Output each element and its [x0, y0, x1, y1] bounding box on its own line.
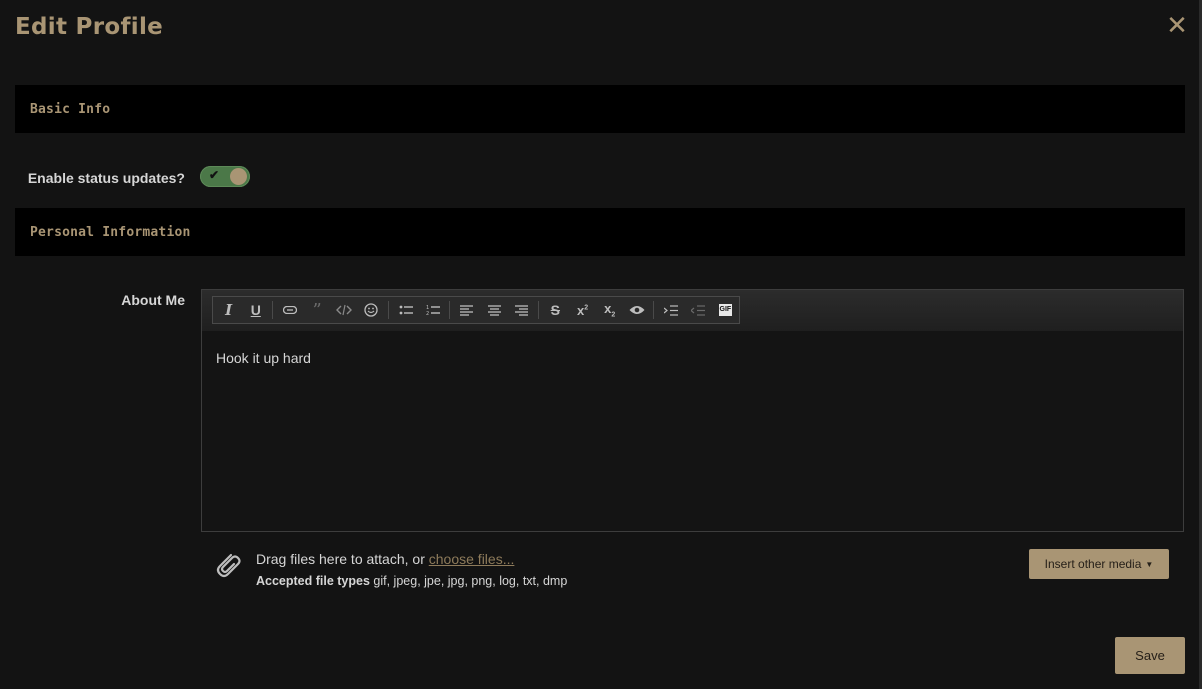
- status-updates-label: Enable status updates?: [27, 170, 185, 186]
- toolbar-separator: [272, 301, 274, 319]
- section-personal-info: Personal Information: [15, 208, 1185, 256]
- align-center-icon[interactable]: [481, 298, 506, 322]
- gif-icon[interactable]: GIF: [713, 298, 738, 322]
- bullet-list-icon[interactable]: [393, 298, 418, 322]
- toolbar-separator: [537, 301, 539, 319]
- editor-toolbar: I U ” 12 S x2 x2 GIF: [212, 296, 740, 324]
- underline-icon[interactable]: U: [243, 298, 268, 322]
- about-me-label: About Me: [121, 292, 185, 308]
- accepted-types-label: Accepted file types: [256, 574, 370, 588]
- check-icon: ✔: [209, 168, 220, 182]
- status-updates-toggle[interactable]: ✔: [200, 166, 250, 187]
- accepted-types-list: gif, jpeg, jpe, jpg, png, log, txt, dmp: [369, 574, 568, 588]
- save-button[interactable]: Save: [1115, 637, 1185, 674]
- about-me-text[interactable]: Hook it up hard: [216, 350, 311, 366]
- indent-icon[interactable]: [658, 298, 683, 322]
- attach-instructions: Drag files here to attach, or choose fil…: [256, 551, 514, 567]
- about-me-editor[interactable]: I U ” 12 S x2 x2 GIF Hook it up hard: [201, 289, 1184, 532]
- svg-text:2: 2: [426, 311, 429, 316]
- smilie-icon[interactable]: [359, 298, 384, 322]
- align-right-icon[interactable]: [509, 298, 534, 322]
- page-title: Edit Profile: [15, 14, 164, 40]
- subscript-icon[interactable]: x2: [597, 298, 622, 322]
- quote-icon[interactable]: ”: [304, 298, 329, 322]
- strikethrough-icon[interactable]: S: [543, 298, 568, 322]
- toolbar-separator: [388, 301, 389, 319]
- choose-files-link[interactable]: choose files...: [429, 551, 515, 567]
- link-icon[interactable]: [277, 298, 302, 322]
- close-icon[interactable]: ✕: [1164, 12, 1190, 38]
- toggle-knob: [230, 168, 247, 185]
- outdent-icon[interactable]: [686, 298, 711, 322]
- toolbar-separator: [449, 301, 451, 319]
- paperclip-icon: [212, 549, 242, 581]
- caret-down-icon: ▼: [1145, 559, 1154, 569]
- attach-text: Drag files here to attach, or: [256, 551, 429, 567]
- numbered-list-icon[interactable]: 12: [420, 298, 445, 322]
- code-icon[interactable]: [332, 298, 357, 322]
- align-left-icon[interactable]: [454, 298, 479, 322]
- insert-other-media-button[interactable]: Insert other media ▼: [1029, 549, 1169, 579]
- preview-icon[interactable]: [624, 298, 649, 322]
- section-basic-info: Basic Info: [15, 85, 1185, 133]
- insert-media-label: Insert other media: [1044, 557, 1142, 571]
- italic-icon[interactable]: I: [216, 298, 241, 322]
- superscript-icon[interactable]: x2: [570, 298, 595, 322]
- accepted-file-types: Accepted file types gif, jpeg, jpe, jpg,…: [256, 574, 567, 588]
- toolbar-separator: [653, 301, 655, 319]
